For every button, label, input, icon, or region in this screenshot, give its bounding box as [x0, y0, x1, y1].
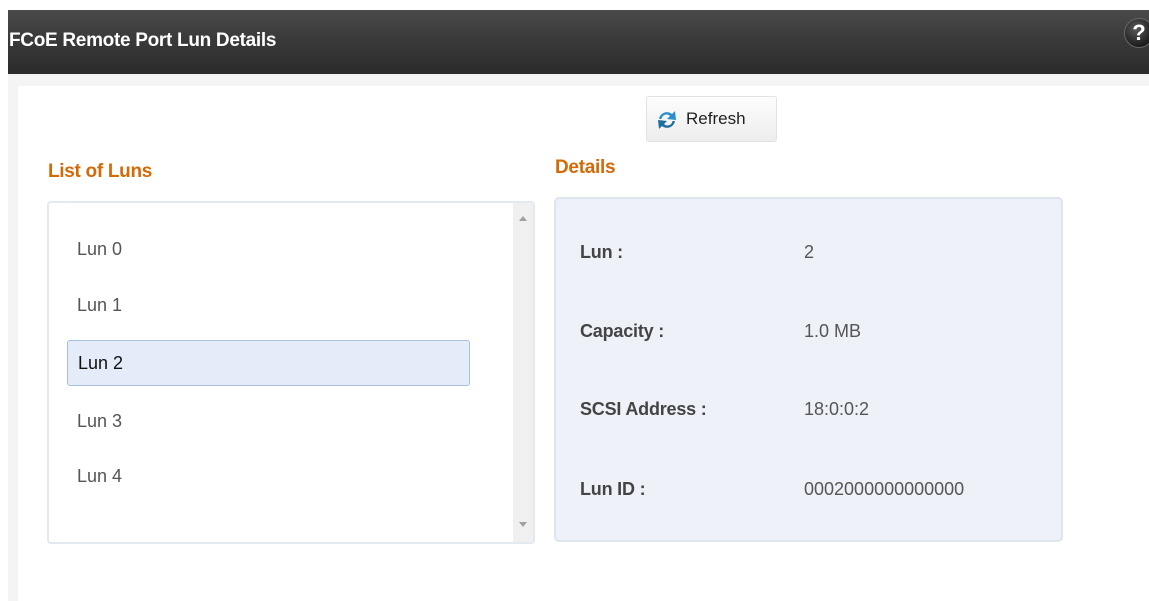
detail-value-capacity: 1.0 MB: [804, 321, 862, 341]
lun-list-heading: List of Luns: [48, 161, 153, 182]
detail-label-lun: Lun :: [580, 242, 623, 262]
detail-label-capacity: Capacity :: [580, 321, 665, 341]
refresh-button-label: Refresh: [686, 109, 746, 128]
lun-list-item[interactable]: Lun 3: [67, 399, 470, 445]
panel-header: FCoE Remote Port Lun Details: [8, 10, 1149, 74]
detail-label-scsi-address: SCSI Address :: [580, 399, 707, 419]
help-icon[interactable]: ?: [1124, 18, 1149, 48]
lun-list-item[interactable]: Lun 1: [67, 283, 470, 329]
panel-title: FCoE Remote Port Lun Details: [9, 30, 277, 51]
detail-value-lun-id: 0002000000000000: [804, 479, 965, 499]
lun-list-item[interactable]: Lun 4: [67, 454, 470, 500]
lun-list-item[interactable]: Lun 0: [67, 227, 470, 273]
lun-listbox[interactable]: Lun 0 Lun 1 Lun 2 Lun 3 Lun 4: [47, 201, 535, 544]
details-panel: Lun : 2 Capacity : 1.0 MB SCSI Address :…: [554, 197, 1063, 542]
details-heading: Details: [555, 157, 616, 178]
detail-value-lun: 2: [804, 242, 815, 262]
lun-list-item-selected[interactable]: Lun 2: [67, 340, 470, 386]
detail-value-scsi-address: 18:0:0:2: [804, 399, 870, 419]
refresh-icon: [658, 111, 676, 129]
lun-list-scrollbar[interactable]: [513, 203, 533, 542]
detail-label-lun-id: Lun ID :: [580, 479, 646, 499]
refresh-button[interactable]: Refresh: [646, 96, 777, 142]
scroll-up-arrow-icon[interactable]: [513, 209, 533, 229]
scroll-down-arrow-icon[interactable]: [513, 514, 533, 534]
